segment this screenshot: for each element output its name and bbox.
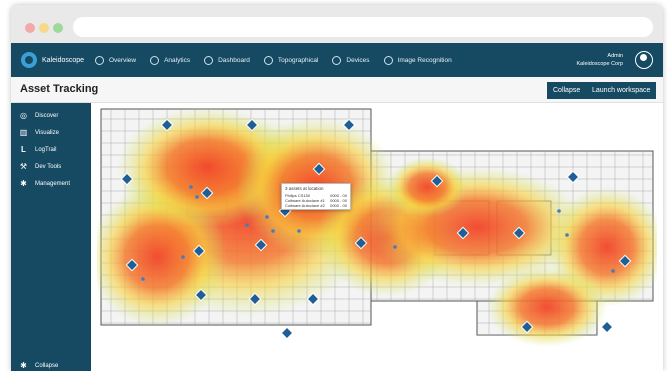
page-title: Asset Tracking xyxy=(20,83,99,95)
gear-icon: ✱ xyxy=(20,179,27,188)
sidebar-collapse-label: Collapse xyxy=(35,362,59,369)
sidebar-item-dev-tools[interactable]: ⚒ Dev Tools xyxy=(19,162,61,171)
compass-icon: ◎ xyxy=(20,111,27,120)
sidebar-item-discover[interactable]: ◎ Discover xyxy=(19,111,58,120)
nav-label: Devices xyxy=(346,56,370,64)
nav-item-image-recognition[interactable]: Image Recognition xyxy=(383,55,452,65)
nav-item-overview[interactable]: Overview xyxy=(95,55,137,65)
page-header: Asset Tracking Collapse Launch workspace xyxy=(11,77,663,103)
nav-item-analytics[interactable]: Analytics xyxy=(150,55,191,65)
user-menu[interactable]: Admin Kaleidoscope Corp xyxy=(577,52,623,68)
collapse-button[interactable]: Collapse xyxy=(547,82,587,99)
brand-name: Kaleidoscope xyxy=(42,56,85,64)
sidebar-item-logtrail[interactable]: L LogTrail xyxy=(19,145,56,154)
asset-marker xyxy=(280,326,294,340)
app-header: Kaleidoscope Overview Analytics Dashboar… xyxy=(11,43,663,77)
nav-label: Analytics xyxy=(164,56,191,64)
user-org: Kaleidoscope Corp xyxy=(576,61,623,67)
brand-logo[interactable]: Kaleidoscope xyxy=(21,52,84,68)
nav-label: Image Recognition xyxy=(397,56,452,64)
tooltip-asset-name: Coltware Autoclave #2 xyxy=(285,203,325,208)
tooltip-title: 3 assets at location xyxy=(285,186,324,191)
sidebar-item-management[interactable]: ✱ Management xyxy=(19,179,70,188)
launch-workspace-button[interactable]: Launch workspace xyxy=(586,82,657,99)
floor-plan-map[interactable] xyxy=(97,107,657,363)
sidebar-item-visualize[interactable]: ▥ Visualize xyxy=(19,128,59,137)
eye-icon xyxy=(383,55,393,65)
kaleidoscope-logo-icon xyxy=(21,52,37,68)
main-nav: Overview Analytics Dashboard Topographic… xyxy=(95,43,466,77)
browser-window: Kaleidoscope Overview Analytics Dashboar… xyxy=(11,5,663,371)
sidebar-item-label: Visualize xyxy=(35,129,59,136)
compass-icon xyxy=(95,55,104,65)
browser-chrome xyxy=(11,5,663,43)
magnifier-icon xyxy=(150,55,160,65)
minimize-window-button[interactable] xyxy=(39,23,49,33)
heatmap-layer xyxy=(97,107,657,347)
globe-icon xyxy=(263,55,273,65)
user-name: Admin xyxy=(607,53,623,59)
bar-chart-icon: ▥ xyxy=(19,128,28,137)
nav-label: Overview xyxy=(109,56,137,64)
gear-icon xyxy=(332,55,342,65)
sidebar-item-label: Dev Tools xyxy=(35,163,62,170)
sidebar: ◎ Discover ▥ Visualize L LogTrail ⚒ Dev Tool… xyxy=(11,103,91,371)
gear-icon: ✱ xyxy=(20,361,27,370)
sidebar-collapse-button[interactable]: ✱ Collapse xyxy=(19,361,58,370)
sidebar-item-label: LogTrail xyxy=(35,146,57,153)
wrench-icon: ⚒ xyxy=(19,162,28,171)
sidebar-item-label: Management xyxy=(35,180,71,187)
log-icon: L xyxy=(21,145,26,154)
nav-label: Topographical xyxy=(277,56,319,64)
asset-location-tooltip: 3 assets at location Philips CS150 0000 -… xyxy=(281,183,351,210)
tooltip-asset-value: 0000 - 00 xyxy=(330,203,347,208)
address-bar[interactable] xyxy=(73,17,653,37)
nav-label: Dashboard xyxy=(218,56,250,64)
nav-item-devices[interactable]: Devices xyxy=(332,55,370,65)
asset-marker xyxy=(600,320,614,334)
close-window-button[interactable] xyxy=(25,23,35,33)
user-avatar-icon[interactable] xyxy=(635,51,653,69)
sidebar-item-label: Discover xyxy=(35,112,59,119)
maximize-window-button[interactable] xyxy=(53,23,63,33)
asset-map-panel: 3 assets at location Philips CS150 0000 -… xyxy=(91,103,663,371)
nav-item-dashboard[interactable]: Dashboard xyxy=(204,55,250,65)
nav-item-topographical[interactable]: Topographical xyxy=(263,55,319,65)
cloud-icon xyxy=(204,55,214,65)
tooltip-row: Coltware Autoclave #2 0000 - 00 xyxy=(285,203,347,208)
